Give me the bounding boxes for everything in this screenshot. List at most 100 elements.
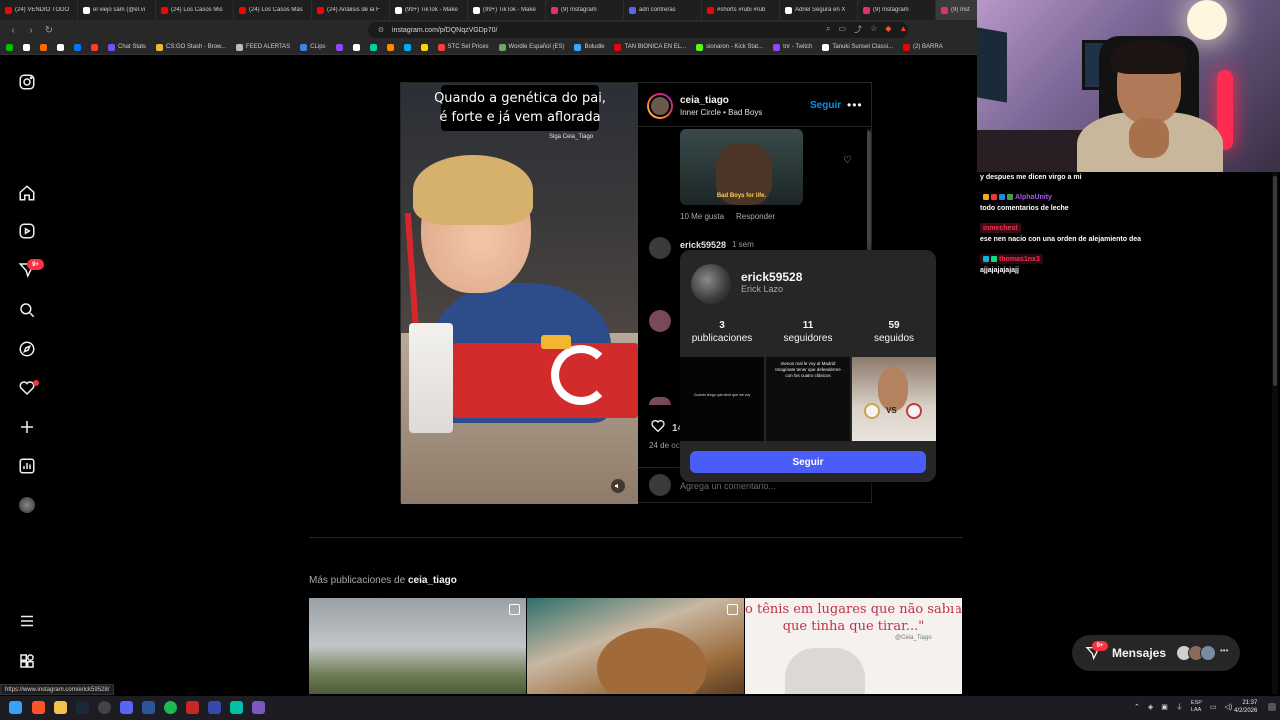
clock[interactable]: 21:37 4/2/2026	[1234, 699, 1257, 715]
rewards-icon[interactable]: ▲	[899, 24, 907, 35]
hover-card-follow-button[interactable]: Seguir	[690, 451, 926, 473]
bookmark-item[interactable]: CS:GO Stash - Brow...	[156, 43, 226, 51]
browser-tab[interactable]: #shorts #rubi #rub	[702, 0, 780, 20]
menu-hamburger-icon[interactable]	[17, 611, 37, 631]
volume-icon[interactable]: ◁)	[1225, 703, 1233, 711]
browser-tab[interactable]: (99+) TikTok - Make	[390, 0, 468, 20]
bookmark-item[interactable]: Tanuki Sunset Classi...	[822, 43, 893, 51]
add-comment-input[interactable]: Agrega un comentario...	[680, 481, 776, 491]
more-post-3[interactable]: o tênis em lugares que não sabia que tin…	[745, 598, 962, 694]
bookmark-item[interactable]	[74, 43, 81, 51]
author-avatar[interactable]	[647, 93, 673, 119]
browser-tab[interactable]: (24) VENDIÓ TODO	[0, 0, 78, 20]
brave-shield-icon[interactable]: ◆	[885, 24, 891, 35]
install-icon[interactable]: ▭	[838, 24, 846, 35]
bookmark-item[interactable]	[57, 43, 64, 51]
more-post-2[interactable]	[527, 598, 744, 694]
hover-card-post-2[interactable]: menos mal le voy al Madrid Imagínate ten…	[766, 357, 850, 441]
browser-tab[interactable]: (24) Los Casos Mis	[156, 0, 234, 20]
site-info-icon[interactable]: ⚙	[376, 26, 386, 34]
instagram-logo-icon[interactable]	[17, 72, 37, 92]
bookmark-item[interactable]	[91, 43, 98, 51]
hover-card-username[interactable]: erick59528	[741, 270, 802, 284]
hover-card-post-3[interactable]: VS	[852, 357, 936, 441]
bookmark-item[interactable]: STC Set Prices	[437, 43, 489, 51]
bookmark-item[interactable]	[403, 43, 411, 51]
more-post-1[interactable]	[309, 598, 526, 694]
start-windows-icon[interactable]	[9, 701, 22, 714]
tray-app-icon-2[interactable]: ▣	[1161, 703, 1168, 711]
page-scroll-thumb[interactable]	[1273, 176, 1277, 386]
browser-tab[interactable]: el viejo sam (@el.vi	[78, 0, 156, 20]
browser-tab[interactable]: (99+) TikTok - Make	[468, 0, 546, 20]
zoom-icon[interactable]: ⌕	[826, 24, 830, 35]
notification-center-icon[interactable]	[1268, 703, 1276, 711]
comment-like-icon[interactable]: ♡	[843, 155, 852, 166]
language-indicator[interactable]: ESP LAA	[1191, 700, 1202, 714]
like-heart-icon[interactable]	[650, 418, 666, 439]
home-icon[interactable]	[17, 183, 37, 203]
bookmark-star-icon[interactable]: ☆	[870, 24, 877, 35]
bookmark-item[interactable]	[352, 43, 360, 51]
discord-icon[interactable]	[120, 701, 133, 714]
bookmark-item[interactable]	[386, 43, 394, 51]
forward-icon[interactable]: ›	[26, 25, 36, 36]
post-video[interactable]: Quando a genética do pai, é forte e já v…	[401, 83, 638, 504]
network-icon[interactable]: ▭	[1210, 703, 1217, 711]
app-icon-3[interactable]	[230, 701, 243, 714]
spotify-icon[interactable]	[164, 701, 177, 714]
author-username[interactable]: ceia_tiago	[680, 95, 729, 106]
browser-tab[interactable]: (9) Instagram	[858, 0, 936, 20]
commenter-avatar-3[interactable]	[649, 397, 671, 405]
browser-tab[interactable]: adri contreras	[624, 0, 702, 20]
hover-card-post-1[interactable]: Cuando tengo que decir que me voy	[680, 357, 764, 441]
browser-tab[interactable]: (24) Los Casos Más	[234, 0, 312, 20]
browser-tab[interactable]: (9) Inst	[936, 0, 977, 20]
dashboard-icon[interactable]	[17, 456, 37, 476]
more-posts-username[interactable]: ceia_tiago	[408, 575, 457, 586]
messages-pill[interactable]: 9+ Mensajes •••	[1072, 635, 1240, 671]
bookmark-item[interactable]	[6, 43, 13, 51]
commenter-avatar[interactable]	[649, 237, 671, 259]
browser-tab[interactable]: (24) Análisis de la F	[312, 0, 390, 20]
stream-deck-icon[interactable]	[186, 701, 199, 714]
bookmark-item[interactable]: Boludle	[574, 43, 604, 51]
browser-tab[interactable]: (9) Instagram	[546, 0, 624, 20]
bookmark-item[interactable]	[23, 43, 30, 51]
steam-icon[interactable]	[76, 701, 89, 714]
bookmark-item[interactable]: TAN BIONICA EN EL...	[614, 43, 686, 51]
reels-icon[interactable]	[17, 221, 37, 241]
reply-button[interactable]: Responder	[736, 212, 775, 221]
search-icon[interactable]	[17, 300, 37, 320]
audio-label[interactable]: Inner Circle • Bad Boys	[680, 108, 762, 117]
mute-toggle-icon[interactable]	[611, 479, 625, 493]
bookmark-item[interactable]: (2) BARRA	[903, 43, 943, 51]
explore-icon[interactable]	[17, 339, 37, 359]
back-icon[interactable]: ‹	[8, 25, 18, 36]
share-icon[interactable]: ⤴	[854, 24, 862, 35]
bookmark-item[interactable]: sionaron - Kick Stat...	[696, 43, 763, 51]
bookmark-item[interactable]: FEED ALERTAS	[236, 43, 290, 51]
follow-button[interactable]: Seguir	[810, 100, 841, 111]
brave-browser-icon[interactable]	[32, 701, 45, 714]
bookmark-item[interactable]: CLips	[300, 43, 326, 51]
obs-icon[interactable]	[98, 701, 111, 714]
create-plus-icon[interactable]	[17, 417, 37, 437]
more-options-icon[interactable]: •••	[847, 98, 863, 112]
file-explorer-icon[interactable]	[54, 701, 67, 714]
bookmark-item[interactable]	[369, 43, 377, 51]
bookmark-item[interactable]: Wordle Español (ES)	[498, 43, 564, 51]
comment-likes[interactable]: 10 Me gusta	[680, 212, 724, 221]
tray-app-icon[interactable]: ◈	[1148, 703, 1153, 711]
bookmark-item[interactable]: Chat Stats	[108, 43, 146, 51]
tray-chevron-icon[interactable]: ⌃	[1134, 703, 1140, 711]
profile-avatar-icon[interactable]	[17, 495, 37, 515]
commenter-avatar-2[interactable]	[649, 310, 671, 332]
app-icon-4[interactable]	[252, 701, 265, 714]
bookmark-item[interactable]	[335, 43, 343, 51]
browser-tab[interactable]: Adriel Segura en X	[780, 0, 858, 20]
bookmark-item[interactable]	[40, 43, 47, 51]
app-icon[interactable]	[142, 701, 155, 714]
usb-icon[interactable]: ⏚	[1176, 702, 1183, 712]
app-icon-2[interactable]	[208, 701, 221, 714]
